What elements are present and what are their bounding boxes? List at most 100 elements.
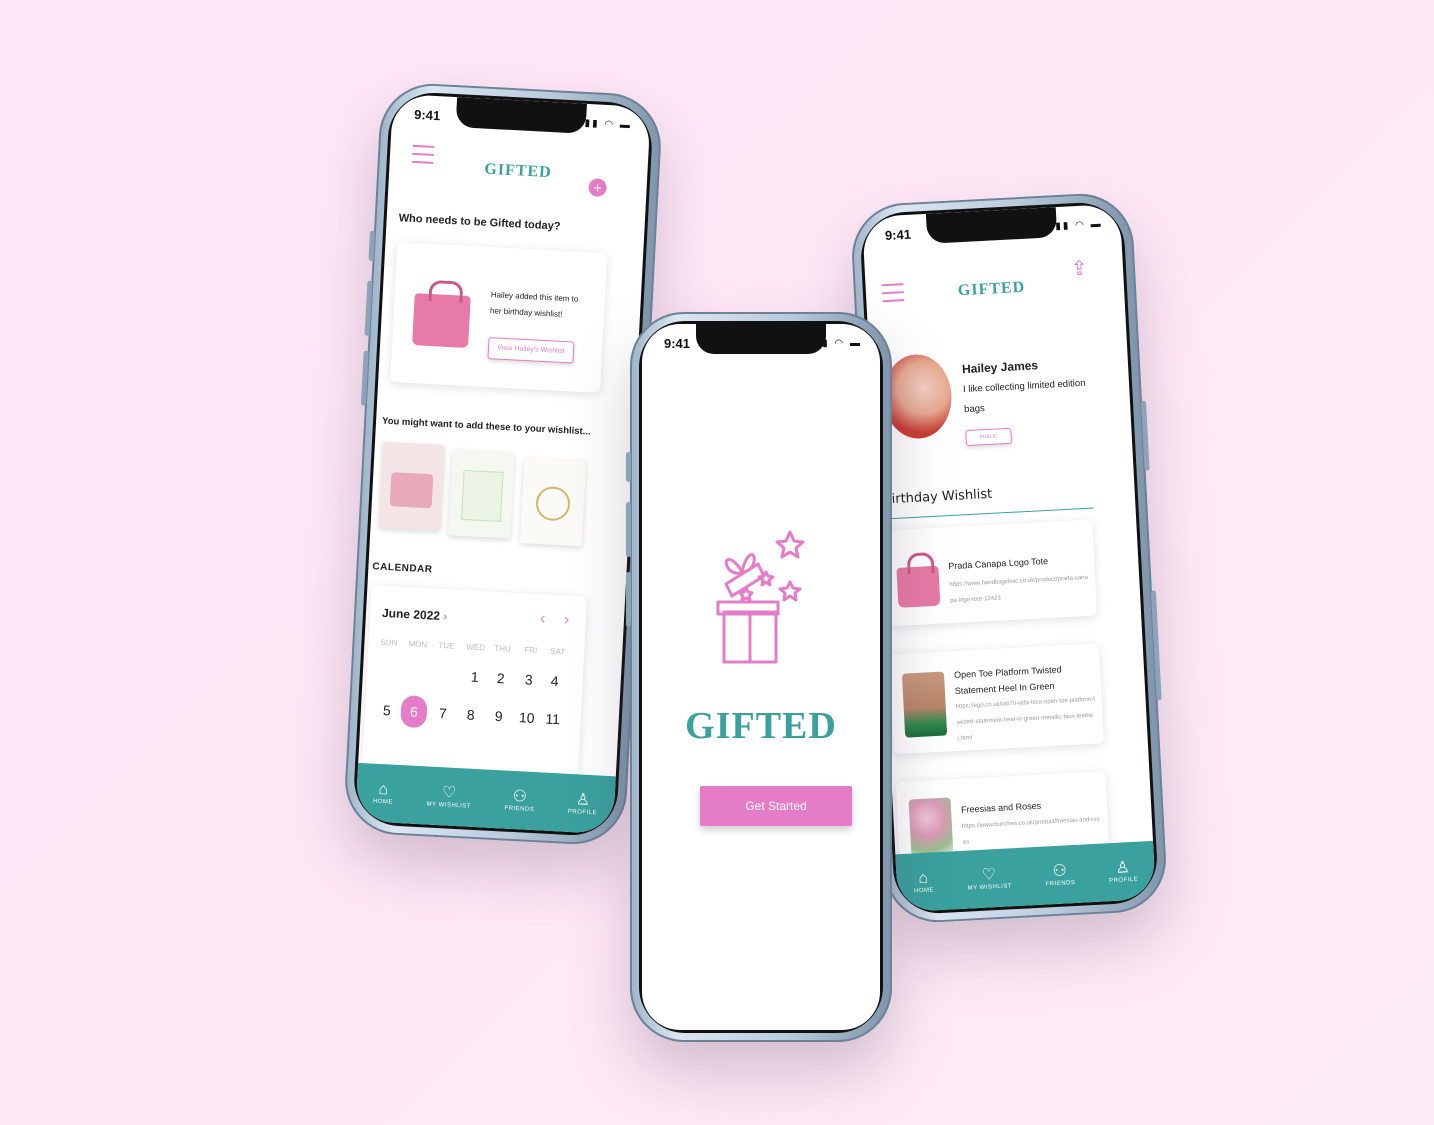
calendar-day[interactable]: 3: [518, 671, 539, 688]
profile-name: Hailey James: [961, 358, 1039, 377]
calendar-day[interactable]: 4: [544, 672, 565, 689]
tab-label: HOME: [372, 798, 394, 806]
add-icon[interactable]: +: [588, 178, 608, 198]
item-title: Prada Canapa Logo Tote: [948, 555, 1049, 572]
share-icon[interactable]: ⇪: [1070, 256, 1088, 282]
suggestion-stationery[interactable]: [448, 449, 515, 539]
weekday-tue: TUE: [438, 640, 455, 651]
screen-profile: 9:41 ▮▮ ◠ ▬ GIFTED ⇪ Hailey James I like…: [861, 203, 1157, 913]
suggestion-bracelet[interactable]: [519, 457, 587, 547]
tab-label: MY WISHLIST: [967, 883, 1013, 892]
status-icons: ▮▮ ◠ ▬: [1055, 218, 1103, 233]
item-url[interactable]: https://www.handbagclinic.co.uk/product/…: [949, 570, 1090, 609]
chevron-right-icon: ›: [442, 609, 448, 624]
tab-profile[interactable]: ♙ PROFILE: [1108, 859, 1138, 884]
app-logo: GIFTED: [483, 160, 553, 182]
weekday-thu: THU: [494, 643, 512, 654]
flowers-image: [908, 797, 954, 856]
wishlist-notice-card[interactable]: Hailey added this item to her birthday w…: [390, 242, 608, 393]
tab-friends[interactable]: ⚇ FRIENDS: [504, 787, 535, 814]
tab-label: FRIENDS: [1045, 879, 1076, 888]
profile-bio: I like collecting limited edition bags: [962, 377, 1086, 416]
avatar: [881, 352, 954, 441]
weekday-sat: SAT: [550, 646, 566, 657]
tab-label: HOME: [913, 887, 935, 895]
gift-box-icon: [716, 530, 805, 664]
tab-profile[interactable]: ♙ PROFILE: [568, 791, 598, 816]
visibility-badge[interactable]: PUBLIC: [965, 427, 1013, 447]
item-title: Freesias and Roses: [960, 800, 1042, 815]
side-button: [626, 452, 631, 482]
calendar-day[interactable]: 1: [464, 668, 485, 685]
calendar-day[interactable]: 8: [460, 706, 481, 723]
calendar-day[interactable]: 5: [377, 702, 398, 719]
wishlist-divider: [883, 507, 1094, 520]
suggestion-bag[interactable]: [378, 441, 445, 531]
tab-label: MY WISHLIST: [426, 801, 472, 810]
next-month-icon[interactable]: ›: [563, 611, 569, 629]
suggest-title: You might want to add these to your wish…: [381, 415, 591, 438]
tab-home[interactable]: ⌂ HOME: [913, 869, 935, 895]
home-prompt: Who needs to be Gifted today?: [398, 212, 561, 233]
side-button: [360, 350, 369, 406]
calendar-card: June 2022 › ‹ › SUN MON TUE WED THU FRI …: [362, 585, 588, 777]
screen-home: 9:41 ▮▮ ◠ ▬ GIFTED + Who needs to be Gif…: [355, 93, 651, 835]
side-button: [364, 280, 373, 336]
weekday-fri: FRI: [524, 645, 538, 656]
app-logo: GIFTED: [957, 278, 1026, 300]
notch: [455, 97, 587, 134]
weekday-sun: SUN: [380, 637, 398, 648]
friends-icon: ⚇: [512, 787, 528, 806]
item-url[interactable]: https://ego.co.uk/tati70-vida-loca-open-…: [955, 692, 1097, 747]
calendar-day-selected[interactable]: 6: [400, 695, 428, 729]
wishlist-item[interactable]: Open Toe Platform Twisted Statement Heel…: [888, 643, 1104, 755]
tab-wishlist[interactable]: ♡ MY WISHLIST: [426, 783, 472, 810]
heels-image: [901, 671, 948, 738]
profile-icon: ♙: [1115, 859, 1131, 877]
menu-icon[interactable]: [881, 283, 905, 303]
get-started-button[interactable]: Get Started: [700, 786, 852, 826]
side-button: [1150, 590, 1162, 701]
tab-label: FRIENDS: [504, 805, 535, 814]
side-button: [626, 502, 631, 557]
calendar-month[interactable]: June 2022 ›: [382, 606, 448, 623]
notch: [925, 207, 1058, 244]
phone-profile: 9:41 ▮▮ ◠ ▬ GIFTED ⇪ Hailey James I like…: [849, 191, 1169, 925]
side-button: [368, 230, 376, 261]
side-button: [626, 572, 631, 627]
calendar-day[interactable]: 7: [432, 705, 453, 722]
tab-friends[interactable]: ⚇ FRIENDS: [1045, 862, 1076, 888]
screen-welcome: 9:41 ▮▮ ◠ ▬ GIFTED Get Started: [642, 324, 880, 1030]
tab-home[interactable]: ⌂ HOME: [373, 781, 394, 806]
weekday-wed: WED: [466, 642, 486, 653]
weekday-mon: MON: [408, 639, 428, 650]
heart-icon: ♡: [981, 866, 998, 884]
phone-home: 9:41 ▮▮ ◠ ▬ GIFTED + Who needs to be Gif…: [342, 81, 664, 847]
notice-text: Hailey added this item to her birthday w…: [489, 290, 579, 319]
menu-icon[interactable]: [411, 144, 435, 164]
calendar-day[interactable]: 11: [542, 710, 563, 728]
app-logo-large: GIFTED: [685, 705, 837, 747]
notch: [696, 324, 826, 354]
side-button: [1140, 400, 1150, 471]
status-time: 9:41: [884, 226, 912, 244]
heart-icon: ♡: [441, 784, 458, 803]
status-time: 9:41: [664, 336, 691, 351]
home-icon: ⌂: [378, 780, 390, 799]
profile-icon: ♙: [575, 791, 591, 810]
wishlist-item[interactable]: Prada Canapa Logo Tote https://www.handb…: [882, 519, 1098, 627]
calendar-day[interactable]: 2: [490, 670, 511, 687]
calendar-day[interactable]: 9: [488, 708, 509, 725]
friends-icon: ⚇: [1052, 862, 1068, 881]
calendar-day[interactable]: 10: [516, 709, 537, 726]
prev-month-icon[interactable]: ‹: [539, 610, 546, 628]
home-icon: ⌂: [917, 869, 929, 888]
calendar-title: CALENDAR: [372, 561, 433, 576]
tab-label: PROFILE: [567, 808, 598, 817]
view-wishlist-button[interactable]: View Hailey's Wishlist: [487, 337, 575, 364]
tab-wishlist[interactable]: ♡ MY WISHLIST: [967, 865, 1013, 892]
tote-bag-image: [896, 565, 941, 608]
wishlist-title: Birthday Wishlist: [882, 486, 993, 508]
phone-welcome: 9:41 ▮▮ ◠ ▬ GIFTED Get Started: [626, 312, 892, 1042]
tote-bag-image: [412, 293, 471, 349]
